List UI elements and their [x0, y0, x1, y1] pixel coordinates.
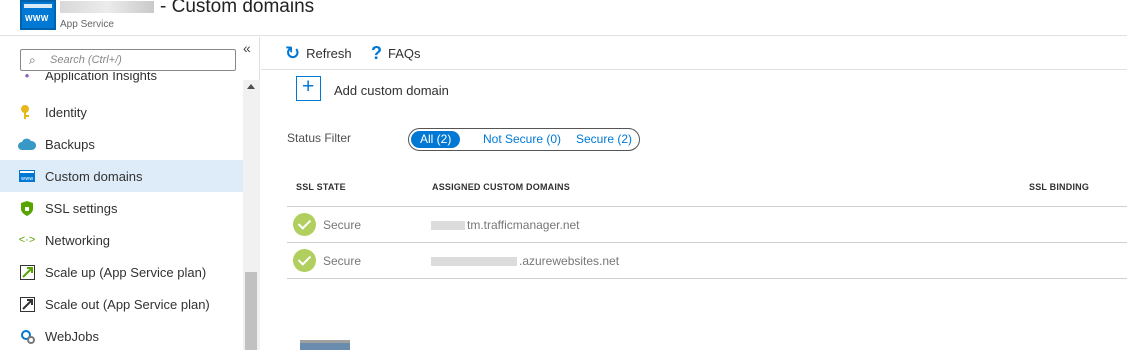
redacted-text	[431, 257, 517, 267]
sidebar-item-webjobs[interactable]: WebJobs	[0, 320, 243, 350]
custom-domains-icon: www	[18, 167, 36, 185]
webjobs-icon	[18, 327, 36, 345]
scroll-thumb[interactable]	[245, 272, 257, 350]
collapse-menu-button[interactable]: «	[243, 40, 251, 56]
sidebar-item-application-insights[interactable]: • Application Insights	[0, 72, 243, 91]
refresh-icon: ↻	[285, 43, 301, 63]
table-row[interactable]: Secure .azurewebsites.net	[287, 243, 1127, 278]
column-header-ssl-state[interactable]: SSL STATE	[296, 182, 346, 192]
sidebar-item-networking[interactable]: <·> Networking	[0, 224, 243, 256]
secure-check-icon	[293, 249, 316, 272]
filter-all[interactable]: All (2)	[411, 131, 461, 148]
page-subtitle: App Service	[60, 19, 114, 30]
resource-menu-list: • Application Insights Identity Backups …	[0, 72, 243, 350]
add-custom-domain-button[interactable]: +	[296, 75, 321, 101]
networking-icon: <·>	[18, 234, 36, 246]
application-insights-icon: •	[24, 72, 30, 83]
search-input[interactable]: ⌕ Search (Ctrl+/)	[20, 49, 236, 71]
empty-state-illustration	[300, 340, 350, 350]
sidebar-item-backups[interactable]: Backups	[0, 128, 243, 160]
column-header-ssl-binding[interactable]: SSL BINDING	[1029, 182, 1089, 192]
table-row[interactable]: Secure tm.trafficmanager.net	[287, 207, 1127, 242]
app-service-icon: WWW	[20, 0, 56, 30]
ssl-state: Secure	[323, 254, 362, 268]
faqs-button[interactable]: ? FAQs	[371, 43, 421, 64]
column-header-assigned-domains[interactable]: ASSIGNED CUSTOM DOMAINS	[432, 182, 570, 192]
page-title: - Custom domains	[60, 0, 314, 18]
add-custom-domain-label[interactable]: Add custom domain	[334, 83, 449, 98]
svg-text:www: www	[21, 176, 33, 182]
filter-secure[interactable]: Secure (2)	[576, 131, 632, 148]
resource-menu: ⌕ Search (Ctrl+/) « • Application Insigh…	[0, 37, 260, 350]
command-bar: ↻ Refresh ? FAQs	[261, 37, 1127, 70]
status-filter-label: Status Filter	[287, 131, 352, 145]
secure-check-icon	[293, 213, 316, 236]
plus-icon: +	[302, 75, 315, 98]
sidebar-item-custom-domains[interactable]: www Custom domains	[0, 160, 243, 192]
shield-icon	[18, 199, 36, 217]
ssl-state: Secure	[323, 218, 362, 232]
sidebar-item-identity[interactable]: Identity	[0, 96, 243, 128]
redacted-app-name	[60, 0, 154, 13]
search-icon: ⌕	[29, 53, 36, 67]
refresh-button[interactable]: ↻ Refresh	[285, 43, 352, 64]
identity-icon	[18, 103, 36, 121]
scale-up-icon	[18, 263, 36, 281]
domain-name[interactable]: .azurewebsites.net	[431, 254, 619, 268]
sidebar-item-scale-up[interactable]: Scale up (App Service plan)	[0, 256, 243, 288]
menu-scrollbar[interactable]	[243, 80, 260, 350]
redacted-text	[431, 221, 465, 231]
scale-out-icon	[18, 295, 36, 313]
blade-header: WWW - Custom domains App Service	[0, 0, 1127, 36]
domain-name[interactable]: tm.trafficmanager.net	[431, 218, 580, 232]
filter-not-secure[interactable]: Not Secure (0)	[483, 131, 561, 148]
row-divider	[287, 278, 1127, 279]
question-icon: ?	[371, 43, 382, 63]
backups-icon	[18, 135, 36, 153]
search-placeholder: Search (Ctrl+/)	[50, 54, 122, 66]
sidebar-item-scale-out[interactable]: Scale out (App Service plan)	[0, 288, 243, 320]
sidebar-item-ssl-settings[interactable]: SSL settings	[0, 192, 243, 224]
scroll-up-arrow[interactable]	[247, 84, 255, 89]
status-filter-toggle: All (2) Not Secure (0) Secure (2)	[408, 128, 640, 151]
